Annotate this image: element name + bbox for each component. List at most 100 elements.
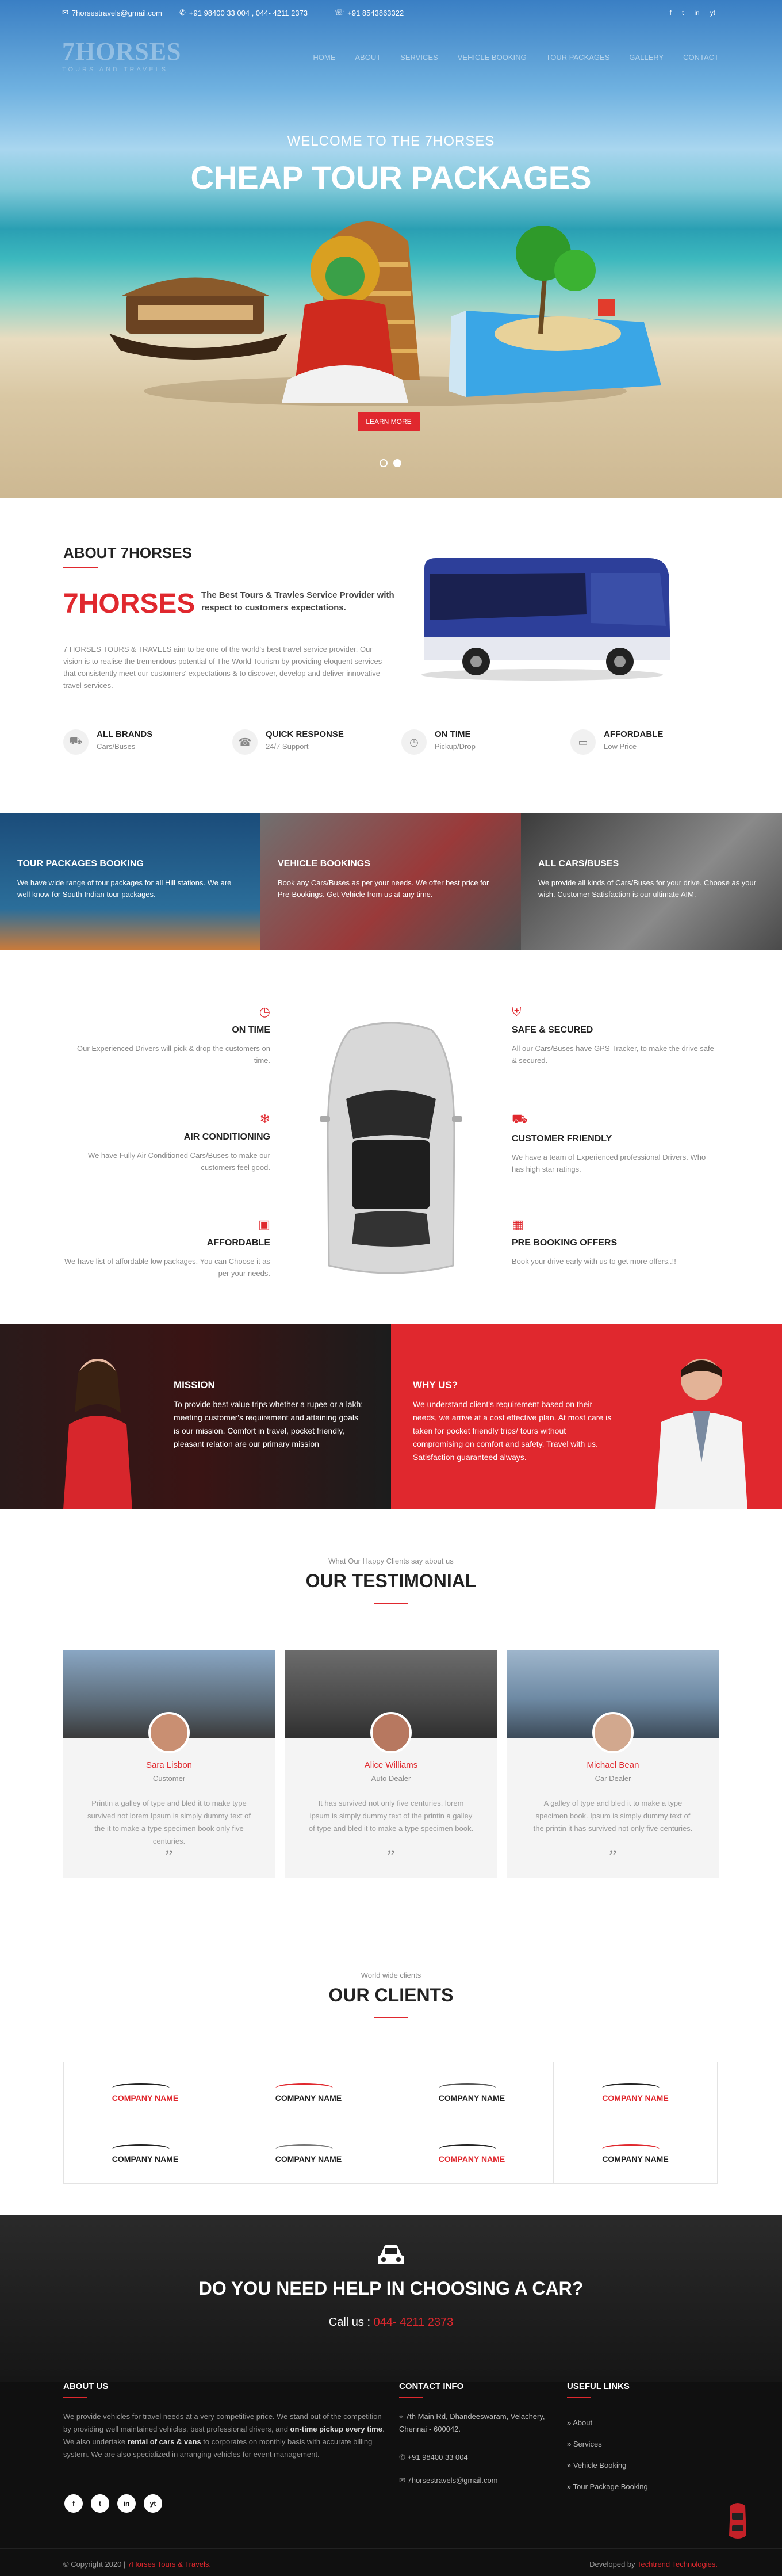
client-logo[interactable]: COMPANY NAME — [227, 2123, 390, 2184]
testimonial-role: Car Dealer — [595, 1774, 631, 1783]
facebook-icon[interactable]: f — [64, 2494, 83, 2513]
developer-link[interactable]: Techtrend Technologies. — [637, 2560, 718, 2569]
nav-contact[interactable]: CONTACT — [683, 53, 719, 62]
footer-email[interactable]: ✉ 7horsestravels@gmail.com — [399, 2476, 498, 2485]
nav-services[interactable]: SERVICES — [400, 53, 438, 62]
footer-divider-line — [0, 2548, 782, 2549]
cta-call-number[interactable]: 044- 4211 2373 — [374, 2316, 454, 2329]
banner-tour-packages[interactable]: TOUR PACKAGES BOOKING We have wide range… — [0, 813, 261, 950]
banner-title: VEHICLE BOOKINGS — [278, 859, 370, 869]
instagram-icon[interactable]: in — [694, 9, 699, 17]
testimonial-kicker: What Our Happy Clients say about us — [328, 1557, 454, 1565]
feature-title: ALL BRANDS — [97, 729, 153, 739]
client-logo[interactable]: COMPANY NAME — [64, 2062, 227, 2123]
client-logo[interactable]: COMPANY NAME — [390, 2062, 554, 2123]
copyright: © Copyright 2020 | 7Horses Tours & Trave… — [63, 2560, 211, 2569]
car-logo-icon — [438, 2082, 496, 2093]
client-logo[interactable]: COMPANY NAME — [390, 2123, 554, 2184]
logo-tagline: TOURS AND TRAVELS — [62, 66, 168, 73]
testimonial-text: It has survived not only five centuries.… — [308, 1799, 474, 1833]
copyright-brand-link[interactable]: 7Horses Tours & Travels. — [128, 2560, 211, 2569]
feature-sub: Cars/Buses — [97, 742, 136, 751]
client-logo[interactable]: COMPANY NAME — [554, 2062, 717, 2123]
car-logo-icon — [112, 2082, 170, 2093]
footer-link-services[interactable]: » Services — [567, 2440, 648, 2448]
footer-link-label: About — [573, 2418, 593, 2427]
banner-vehicle-bookings[interactable]: VEHICLE BOOKINGS Book any Cars/Buses as … — [260, 813, 522, 950]
topbar-email[interactable]: ✉ 7horsestravels@gmail.com — [62, 8, 162, 17]
feature-all-brands: ⛟ ALL BRANDS Cars/Buses — [63, 729, 152, 755]
car-logo-icon — [602, 2144, 660, 2154]
testimonial-role: Auto Dealer — [371, 1774, 411, 1783]
footer-email-text: 7horsestravels@gmail.com — [407, 2476, 498, 2485]
topbar-phones-text: +91 98400 33 004 , 044- 4211 2373 — [189, 8, 308, 17]
nav-about[interactable]: ABOUT — [355, 53, 381, 62]
client-logo[interactable]: COMPANY NAME — [64, 2123, 227, 2184]
banner-all-cars[interactable]: ALL CARS/BUSES We provide all kinds of C… — [521, 813, 782, 950]
client-logo[interactable]: COMPANY NAME — [554, 2123, 717, 2184]
quote-icon: ” — [387, 1847, 395, 1866]
hero-illustration — [109, 221, 661, 406]
service-safe-secured: ⛨ SAFE & SECURED All our Cars/Buses have… — [512, 1004, 719, 1067]
feature-sub: 24/7 Support — [266, 742, 309, 751]
whyus-title: WHY US? — [413, 1379, 458, 1390]
footer-about-heading: ABOUT US — [63, 2382, 109, 2391]
youtube-icon[interactable]: yt — [710, 9, 715, 17]
slider-dot-2[interactable] — [393, 459, 401, 467]
whyus-panel: WHY US? We understand client's requireme… — [391, 1324, 782, 1509]
client-name: COMPANY NAME — [438, 2154, 505, 2164]
testimonial-heading: OUR TESTIMONIAL — [305, 1570, 477, 1591]
facebook-icon[interactable]: f — [670, 9, 672, 17]
footer-link-about[interactable]: » About — [567, 2418, 648, 2427]
site-footer: ABOUT US We provide vehicles for travel … — [0, 2382, 782, 2576]
footer-about-bold-1: on-time pickup every time — [290, 2425, 382, 2433]
topbar-mobile[interactable]: ☏ +91 8543863322 — [335, 8, 404, 17]
testimonial-divider — [374, 1603, 408, 1604]
nav-tour-packages[interactable]: TOUR PACKAGES — [546, 53, 610, 62]
hero-banner: ✉ 7horsestravels@gmail.com ✆ +91 98400 33 … — [0, 0, 782, 498]
mobile-icon: ☏ — [335, 8, 344, 17]
nav-gallery[interactable]: GALLERY — [629, 53, 664, 62]
cta-call-label: Call us : — [328, 2316, 371, 2329]
footer-link-vehicle-booking[interactable]: » Vehicle Booking — [567, 2461, 648, 2470]
service-title: AIR CONDITIONING — [183, 1132, 270, 1142]
about-tagline: The Best Tours & Travles Service Provide… — [201, 590, 394, 613]
cta-call[interactable]: Call us : 044- 4211 2373 — [0, 2316, 782, 2329]
youtube-icon[interactable]: yt — [144, 2494, 162, 2513]
footer-divider — [63, 2397, 87, 2398]
clients-grid: COMPANY NAME COMPANY NAME COMPANY NAME C… — [63, 2062, 718, 2184]
cta-heading: DO YOU NEED HELP IN CHOOSING A CAR? — [198, 2278, 584, 2299]
car-logo-icon — [275, 2144, 333, 2154]
top-bar: ✉ 7horsestravels@gmail.com ✆ +91 98400 33 … — [0, 0, 782, 25]
slider-dot-1[interactable] — [379, 459, 388, 467]
avatar — [592, 1712, 634, 1753]
site-logo[interactable]: 7HORSES TOURS AND TRAVELS — [62, 37, 182, 73]
shield-icon: ⛨ — [512, 1004, 522, 1019]
instagram-icon[interactable]: in — [117, 2494, 136, 2513]
developer-credit: Developed by Techtrend Technologies. — [589, 2560, 718, 2569]
footer-link-tour-package[interactable]: » Tour Package Booking — [567, 2482, 648, 2491]
client-logo[interactable]: COMPANY NAME — [227, 2062, 390, 2123]
banner-title: ALL CARS/BUSES — [538, 859, 619, 869]
phone-icon: ✆ — [179, 8, 186, 17]
client-name: COMPANY NAME — [275, 2154, 342, 2164]
wallet-icon: ▣ — [258, 1217, 270, 1232]
logo-name: 7HORSES — [62, 37, 182, 66]
footer-phone[interactable]: ✆ +91 98400 33 004 — [399, 2453, 468, 2462]
twitter-icon[interactable]: t — [682, 9, 684, 17]
footer-links-heading: USEFUL LINKS — [567, 2382, 630, 2391]
service-title: PRE BOOKING OFFERS — [512, 1238, 618, 1248]
quote-icon: ” — [165, 1847, 173, 1866]
nav-home[interactable]: HOME — [313, 53, 335, 62]
footer-about-bold-2: rental of cars & vans — [127, 2437, 201, 2446]
topbar-phones[interactable]: ✆ +91 98400 33 004 , 044- 4211 2373 — [179, 8, 308, 17]
scroll-top-car-icon[interactable] — [726, 2500, 750, 2541]
nav-vehicle-booking[interactable]: VEHICLE BOOKING — [458, 53, 527, 62]
client-name: COMPANY NAME — [275, 2093, 342, 2103]
twitter-icon[interactable]: t — [91, 2494, 109, 2513]
footer-contact-heading: CONTACT INFO — [399, 2382, 464, 2391]
learn-more-button[interactable]: LEARN MORE — [358, 412, 420, 431]
feature-on-time: ◷ ON TIME Pickup/Drop — [401, 729, 476, 755]
service-on-time: ◷ ON TIME Our Experienced Drivers will p… — [63, 1004, 270, 1067]
footer-phone-text: +91 98400 33 004 — [407, 2453, 468, 2462]
